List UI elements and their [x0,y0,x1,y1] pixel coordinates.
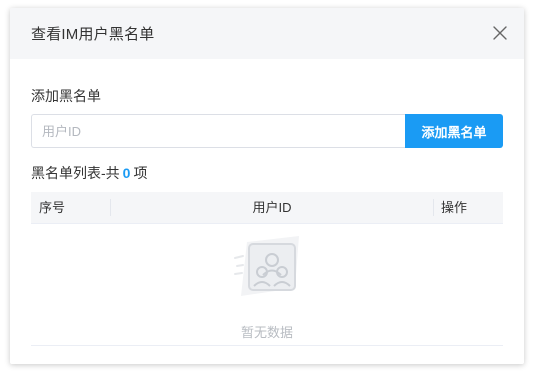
list-heading-suffix: 项 [133,165,148,181]
dialog-header: 查看IM用户黑名单 [10,8,524,59]
add-blacklist-label: 添加黑名单 [31,88,101,104]
blacklist-table: 序号 用户ID 操作 暂无数据 [31,192,503,346]
blacklist-list-heading: 黑名单列表-共 0 项 [31,163,147,183]
blacklist-dialog: 查看IM用户黑名单 添加黑名单 添加黑名单 黑名单列表-共0项 序号 用户ID … [10,8,524,364]
list-heading-prefix: 黑名单列表-共 [31,165,120,181]
column-header-user-id: 用户ID [252,200,292,215]
column-header-index: 序号 [39,200,66,215]
table-header: 序号 用户ID 操作 [31,192,503,224]
close-button[interactable] [492,25,508,41]
user-id-input[interactable] [31,114,405,148]
column-divider [433,199,434,216]
add-blacklist-row: 添加黑名单 [31,114,503,148]
dialog-title: 查看IM用户黑名单 [31,26,155,43]
column-header-actions: 操作 [441,200,468,215]
users-empty-icon [234,236,299,296]
table-empty-state: 暂无数据 [31,224,503,346]
list-count: 0 [122,165,131,181]
close-icon [493,26,507,40]
empty-state-text: 暂无数据 [240,325,293,340]
add-blacklist-button[interactable]: 添加黑名单 [405,114,503,148]
